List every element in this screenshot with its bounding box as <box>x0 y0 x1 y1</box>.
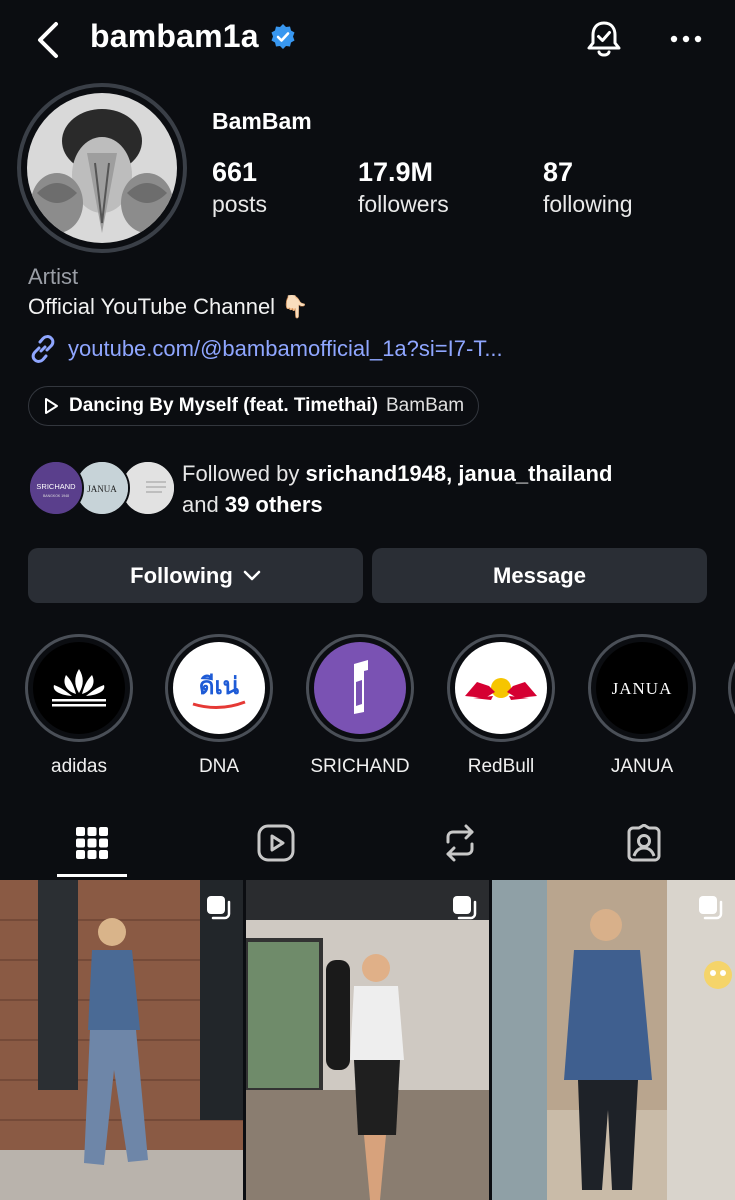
following-count: 87 <box>543 157 574 187</box>
highlight-partial[interactable] <box>728 634 735 742</box>
verified-badge-icon <box>271 23 295 49</box>
followed-by-text: Followed by srichand1948, janua_thailand… <box>182 458 612 520</box>
post-grid <box>0 880 735 1200</box>
mutual-avatar-srichand: SRICHAND BANGKOK 1948 <box>28 460 84 516</box>
tab-grid[interactable] <box>0 808 184 878</box>
post-image <box>492 880 735 1200</box>
srichand-logo-icon <box>314 642 406 734</box>
reels-icon <box>257 824 295 862</box>
notifications-button[interactable] <box>584 18 624 60</box>
following-button-label: Following <box>130 562 233 588</box>
janua-mini-text: JANUA <box>87 484 117 494</box>
followers-label: followers <box>358 191 449 217</box>
followers-count: 17.9M <box>358 157 434 187</box>
avatar-photo <box>27 93 177 243</box>
multiple-posts-icon <box>453 896 477 920</box>
music-artist: BamBam <box>386 395 465 416</box>
profile-tabs <box>0 808 735 878</box>
srichand-mini-sub: BANGKOK 1948 <box>43 494 69 498</box>
highlight-label-janua: JANUA <box>610 756 674 777</box>
posts-count: 661 <box>212 157 258 187</box>
followed-by-users: srichand1948, janua_thailand <box>305 461 613 486</box>
profile-category: Artist <box>28 264 79 289</box>
highlight-label-srichand: SRICHAND <box>310 756 410 777</box>
followed-by-others: 39 others <box>224 492 323 517</box>
posts-label: posts <box>212 191 267 217</box>
multiple-posts-icon <box>699 896 723 920</box>
highlight-dna[interactable]: ดีเน่ DNA <box>164 634 274 778</box>
dna-logo-icon: ดีเน่ <box>173 642 265 734</box>
play-icon <box>45 398 58 414</box>
post-image <box>246 880 489 1200</box>
display-name: BamBam <box>212 108 312 134</box>
music-title: Dancing By Myself (feat. Timethai) <box>69 395 378 416</box>
highlight-janua[interactable]: JANUA JANUA <box>587 634 697 778</box>
message-button[interactable]: Message <box>372 548 707 603</box>
followed-by[interactable]: SRICHAND BANGKOK 1948 JANUA Followed by … <box>28 458 718 520</box>
following-label: following <box>543 191 633 217</box>
followers-stat[interactable]: 17.9M followers <box>358 156 449 220</box>
link-icon <box>31 335 55 363</box>
back-button[interactable] <box>30 18 66 62</box>
grid-icon <box>76 827 108 859</box>
chevron-left-icon <box>38 22 58 58</box>
multiple-posts-icon <box>207 896 231 920</box>
following-stat[interactable]: 87 following <box>543 156 633 220</box>
more-options-button[interactable] <box>668 26 704 52</box>
more-horizontal-icon <box>670 35 702 43</box>
janua-logo-text: JANUA <box>612 679 673 698</box>
profile-avatar[interactable] <box>27 93 177 243</box>
top-bar: bambam1a <box>0 0 735 80</box>
highlight-label-redbull: RedBull <box>467 756 535 777</box>
bio-text: Official YouTube Channel <box>28 294 276 319</box>
dna-logo-text: ดีเน่ <box>199 672 240 700</box>
music-pill[interactable]: Dancing By Myself (feat. Timethai) BamBa… <box>28 386 480 426</box>
repost-icon <box>446 824 474 862</box>
posts-stat[interactable]: 661 posts <box>212 156 267 220</box>
post-image <box>0 880 243 1200</box>
tab-reels[interactable] <box>184 808 368 878</box>
message-button-label: Message <box>493 562 586 588</box>
redbull-logo-icon <box>455 642 547 734</box>
highlight-redbull[interactable]: RedBull <box>446 634 556 778</box>
highlight-adidas[interactable]: adidas <box>24 634 134 778</box>
post-thumbnail[interactable] <box>246 880 489 1200</box>
profile-link[interactable]: youtube.com/@bambamofficial_1a?si=I7-T..… <box>28 334 503 364</box>
chevron-down-icon <box>243 570 261 580</box>
notification-bell-icon <box>587 21 621 57</box>
pointing-down-emoji: 👇🏻 <box>281 294 309 319</box>
highlight-label-dna: DNA <box>198 756 240 777</box>
username: bambam1a <box>90 18 259 54</box>
highlight-srichand[interactable]: SRICHAND <box>305 634 415 778</box>
post-thumbnail[interactable] <box>0 880 243 1200</box>
srichand-mini-text: SRICHAND <box>36 482 76 491</box>
tab-tagged[interactable] <box>552 808 735 878</box>
adidas-logo-icon <box>33 642 125 734</box>
post-thumbnail[interactable] <box>492 880 735 1200</box>
followed-by-prefix: Followed by <box>182 461 306 486</box>
tagged-icon <box>627 824 661 862</box>
profile-username-header: bambam1a <box>90 18 297 55</box>
highlight-label-adidas: adidas <box>51 756 107 777</box>
tab-reposts[interactable] <box>368 808 552 878</box>
profile-bio: Official YouTube Channel 👇🏻 <box>28 294 308 320</box>
followed-by-conj: and <box>182 492 225 517</box>
janua-logo-icon: JANUA <box>596 642 688 734</box>
link-text: youtube.com/@bambamofficial_1a?si=I7-T..… <box>68 336 503 361</box>
following-button[interactable]: Following <box>28 548 363 603</box>
active-tab-indicator <box>57 874 127 877</box>
